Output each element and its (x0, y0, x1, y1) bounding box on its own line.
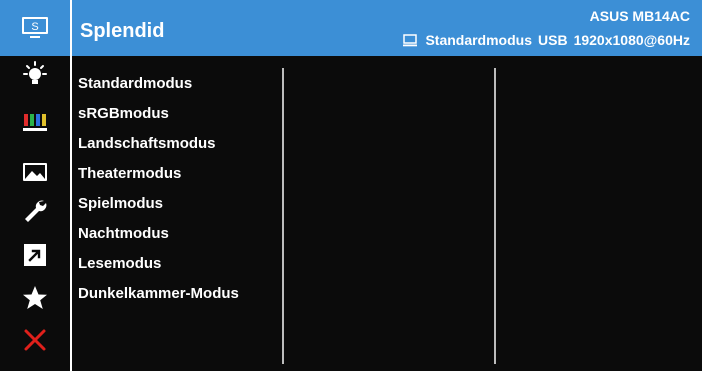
header: Splendid ASUS MB14AC Standardmodus USB 1… (72, 0, 702, 56)
mode-theater[interactable]: Theatermodus (78, 163, 278, 193)
svg-text:S: S (31, 21, 38, 33)
blue-light-filter-icon (23, 61, 47, 84)
current-mode: Standardmodus (425, 32, 533, 48)
sidebar: S (0, 0, 70, 371)
color-icon (23, 114, 47, 131)
mode-srgb[interactable]: sRGBmodus (78, 103, 278, 133)
resolution: 1920x1080@60Hz (573, 32, 690, 48)
splendid-tab[interactable]: S (0, 0, 70, 56)
page-title: Splendid (80, 20, 165, 42)
system-setup-tab[interactable] (0, 193, 70, 229)
column-divider (494, 68, 496, 364)
shortcut-tab[interactable] (0, 237, 70, 273)
close-icon (24, 329, 46, 351)
blue-light-filter-tab[interactable] (0, 57, 70, 93)
mode-night[interactable]: Nachtmodus (78, 223, 278, 253)
color-tab[interactable] (0, 104, 70, 140)
mode-landscape[interactable]: Landschaftsmodus (78, 133, 278, 163)
osd-menu: S Splendid ASUS MB14AC Standardmodus USB… (0, 0, 702, 371)
splendid-icon: S (22, 17, 48, 38)
system-setup-icon (25, 200, 47, 222)
monitor-icon (403, 33, 418, 47)
favorite-icon (23, 286, 47, 309)
mode-darkroom[interactable]: Dunkelkammer-Modus (78, 283, 278, 313)
mode-standard[interactable]: Standardmodus (78, 73, 278, 103)
mode-game[interactable]: Spielmodus (78, 193, 278, 223)
mode-reading[interactable]: Lesemodus (78, 253, 278, 283)
shortcut-icon (24, 244, 46, 266)
image-tab[interactable] (0, 154, 70, 190)
image-icon (23, 163, 47, 181)
favorite-tab[interactable] (0, 280, 70, 316)
splendid-mode-list: Standardmodus sRGBmodus Landschaftsmodus… (78, 73, 278, 313)
close-tab[interactable] (0, 322, 70, 358)
model-name: ASUS MB14AC (589, 8, 690, 24)
column-divider (282, 68, 284, 364)
status-bar: Standardmodus USB 1920x1080@60Hz (403, 32, 690, 48)
input-source: USB (538, 32, 568, 48)
